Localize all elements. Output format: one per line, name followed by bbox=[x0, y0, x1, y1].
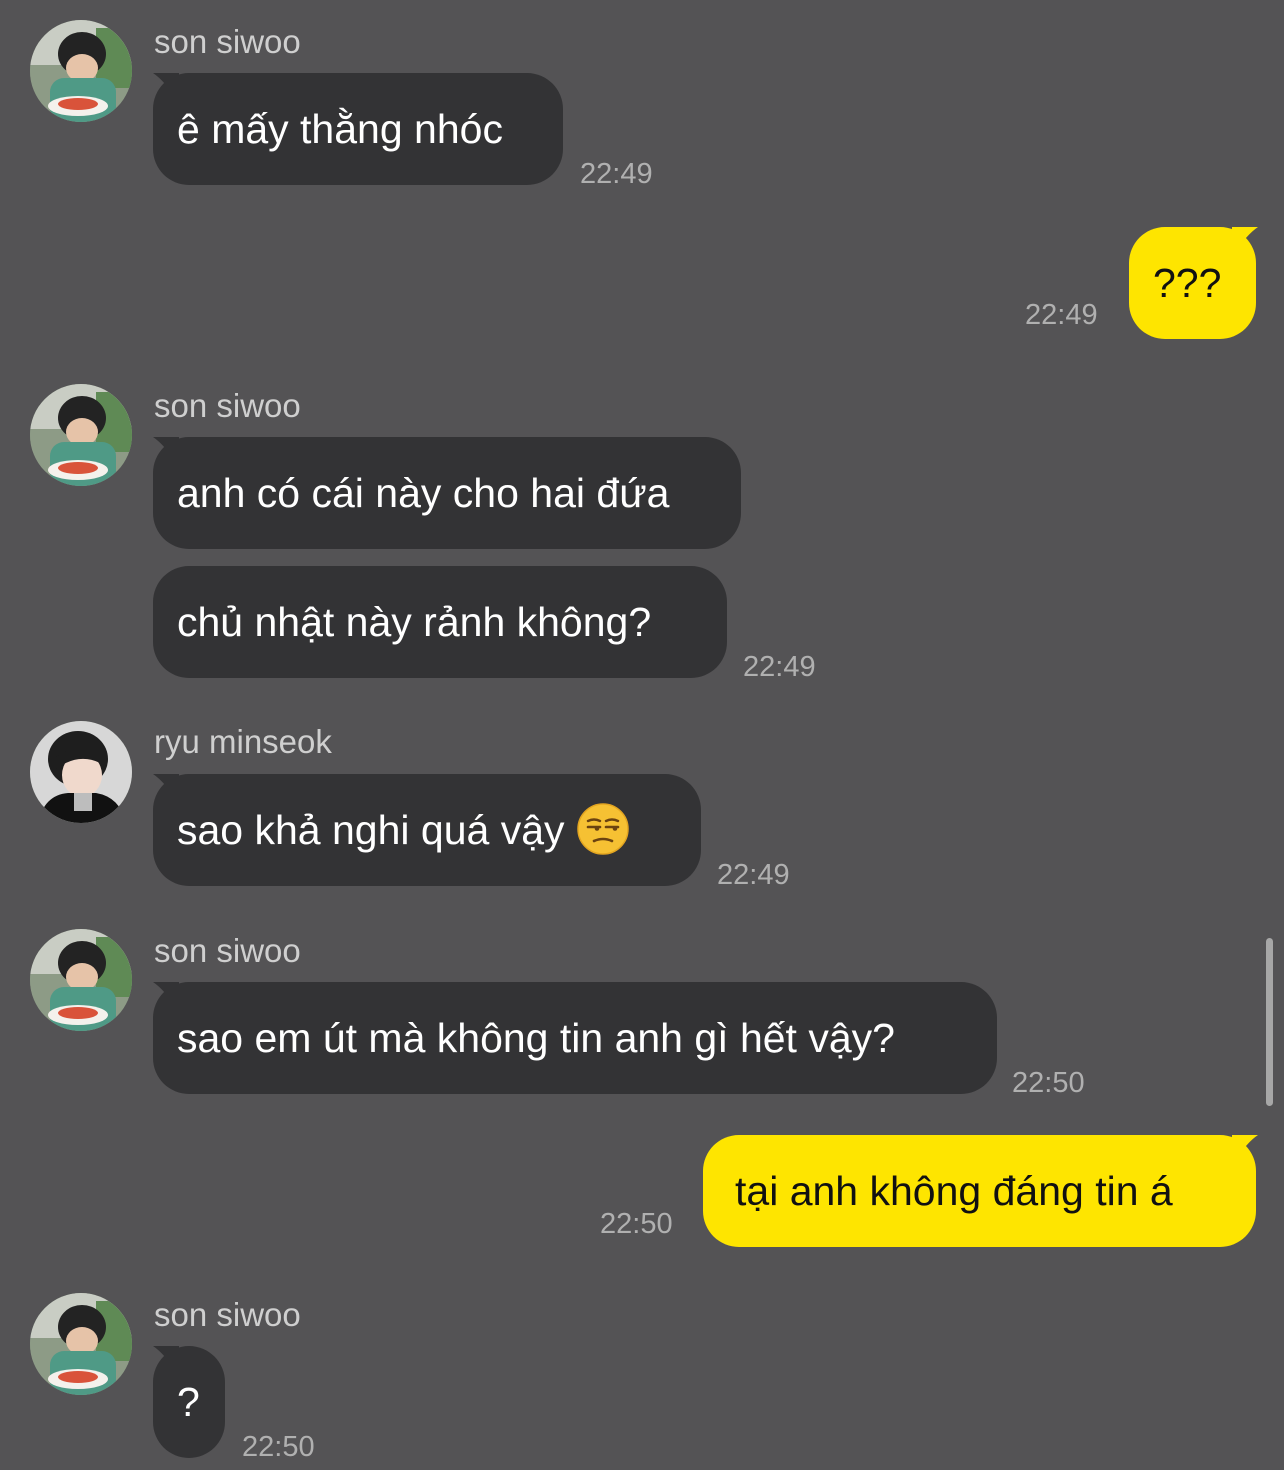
message-bubble-outgoing[interactable]: ??? bbox=[1129, 227, 1258, 339]
bubble-tail-icon bbox=[153, 1346, 179, 1376]
bubble-tail-icon bbox=[153, 774, 179, 804]
message-text: ??? bbox=[1153, 260, 1222, 306]
bubble-tail-icon bbox=[153, 982, 179, 1012]
message-text: tại anh không đáng tin á bbox=[735, 1168, 1173, 1214]
avatar-son-siwoo[interactable] bbox=[30, 1293, 132, 1395]
avatar-son-siwoo[interactable] bbox=[30, 384, 132, 486]
message-timestamp: 22:50 bbox=[600, 1208, 673, 1240]
message-text: chủ nhật này rảnh không? bbox=[177, 599, 652, 645]
message-timestamp: 22:50 bbox=[242, 1431, 315, 1463]
bubble-tail-icon bbox=[1232, 1135, 1258, 1165]
message-bubble-incoming[interactable]: anh có cái này cho hai đứa bbox=[153, 437, 741, 549]
message-text: ê mấy thằng nhóc bbox=[177, 106, 503, 152]
sender-name: ryu minseok bbox=[154, 723, 332, 760]
message-timestamp: 22:49 bbox=[1025, 299, 1098, 331]
message-bubble-incoming[interactable]: ? bbox=[153, 1346, 225, 1458]
sender-name: son siwoo bbox=[154, 1296, 301, 1333]
scrollbar-thumb[interactable] bbox=[1266, 938, 1273, 1106]
message-text: sao em út mà không tin anh gì hết vậy? bbox=[177, 1015, 895, 1061]
avatar-son-siwoo[interactable] bbox=[30, 20, 132, 122]
message-text: anh có cái này cho hai đứa bbox=[177, 470, 670, 516]
bubble-tail-icon bbox=[153, 73, 179, 103]
message-text: sao khả nghi quá vậy bbox=[177, 807, 565, 853]
message-timestamp: 22:49 bbox=[717, 859, 790, 891]
unamused-face-icon bbox=[577, 803, 629, 855]
message-bubble-outgoing[interactable]: tại anh không đáng tin á bbox=[703, 1135, 1258, 1247]
message-timestamp: 22:49 bbox=[580, 158, 653, 190]
message-timestamp: 22:49 bbox=[743, 651, 816, 683]
chat-area[interactable]: son siwoo ê mấy thằng nhóc 22:49 ??? 22:… bbox=[0, 0, 1284, 1470]
sender-name: son siwoo bbox=[154, 23, 301, 60]
avatar-ryu-minseok[interactable] bbox=[30, 721, 132, 823]
message-bubble-incoming[interactable]: chủ nhật này rảnh không? bbox=[153, 566, 727, 678]
bubble-tail-icon bbox=[1232, 227, 1258, 257]
bubble-tail-icon bbox=[153, 437, 179, 467]
message-bubble-incoming[interactable]: sao em út mà không tin anh gì hết vậy? bbox=[153, 982, 997, 1094]
message-bubble-incoming[interactable]: ê mấy thằng nhóc bbox=[153, 73, 563, 185]
sender-name: son siwoo bbox=[154, 932, 301, 969]
message-timestamp: 22:50 bbox=[1012, 1067, 1085, 1099]
message-bubble-incoming[interactable]: sao khả nghi quá vậy bbox=[153, 774, 701, 886]
avatar-son-siwoo[interactable] bbox=[30, 929, 132, 1031]
sender-name: son siwoo bbox=[154, 387, 301, 424]
message-text: ? bbox=[177, 1379, 200, 1425]
